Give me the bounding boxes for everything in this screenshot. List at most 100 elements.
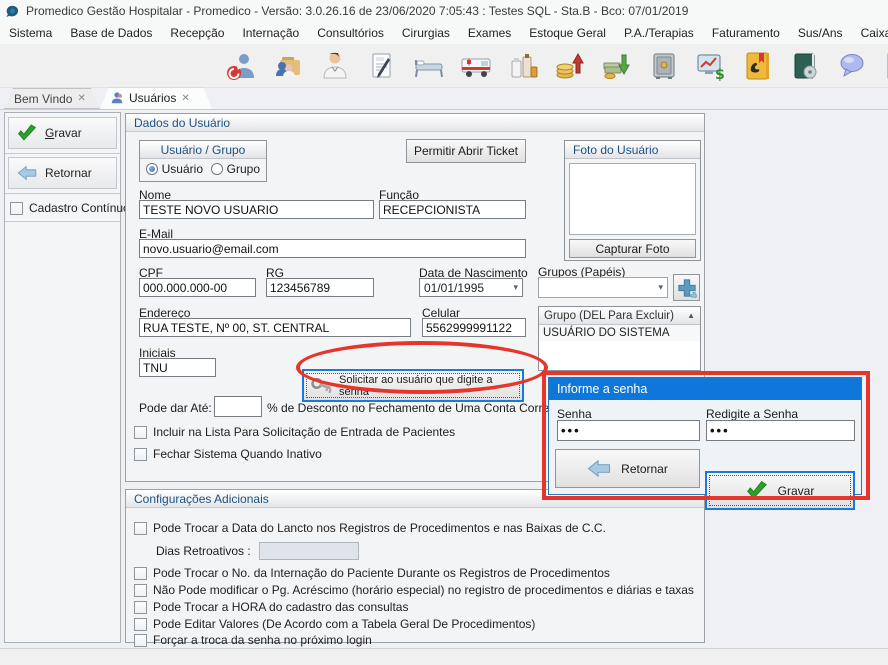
cadastro-continuo-checkbox[interactable] xyxy=(10,202,23,215)
dialog-gravar-label: Gravar xyxy=(778,484,815,498)
foto-preview-area xyxy=(569,163,696,235)
hospital-bed-icon[interactable] xyxy=(412,49,446,83)
tab-bem-vindo-label: Bem Vindo xyxy=(14,92,72,106)
tab-bem-vindo[interactable]: Bem Vindo ✕ xyxy=(4,88,100,109)
config-adicionais-panel: Configurações Adicionais Pode Trocar a D… xyxy=(125,489,705,643)
cpf-input[interactable] xyxy=(139,278,256,297)
capturar-foto-button[interactable]: Capturar Foto xyxy=(569,239,696,258)
endereco-input[interactable] xyxy=(139,318,411,337)
gravar-accel: G xyxy=(45,126,54,140)
ambulance-icon[interactable] xyxy=(459,49,493,83)
menu-estoque-geral[interactable]: Estoque Geral xyxy=(520,23,615,43)
redigite-senha-input[interactable] xyxy=(706,420,855,441)
desconto-input[interactable] xyxy=(214,396,262,417)
config-row: Pode Editar Valores (De Acordo com a Tab… xyxy=(134,617,535,631)
config-checkbox-1[interactable] xyxy=(134,567,147,580)
dialog-retornar-button[interactable]: Retornar xyxy=(555,449,700,488)
nascimento-combo[interactable]: 01/01/1995 ▾ xyxy=(419,278,523,297)
config-label-2: Não Pode modificar o Pg. Acréscimo (horá… xyxy=(153,583,694,597)
grupo-list-row[interactable]: USUÁRIO DO SISTEMA xyxy=(539,325,700,341)
menu-cirurgias[interactable]: Cirurgias xyxy=(393,23,459,43)
config-checkbox-0[interactable] xyxy=(134,522,147,535)
menu-faturamento[interactable]: Faturamento xyxy=(703,23,789,43)
gravar-label: ravar xyxy=(54,126,81,140)
grupo-list-header[interactable]: Grupo (DEL Para Excluir) ▲ xyxy=(539,307,700,325)
menu-recepcao[interactable]: Recepção xyxy=(161,23,233,43)
celular-input[interactable] xyxy=(422,318,526,337)
solicitar-senha-button[interactable]: Solicitar ao usuário que digite a senha xyxy=(302,369,524,402)
check-icon xyxy=(17,124,37,142)
dialog-gravar-button[interactable]: Gravar xyxy=(705,471,855,510)
funcao-input[interactable] xyxy=(379,200,526,219)
chat-icon[interactable] xyxy=(835,49,869,83)
cadastro-continuo-row: Cadastro Contínuo xyxy=(10,201,130,215)
menu-base-de-dados[interactable]: Base de Dados xyxy=(61,23,161,43)
gravar-button[interactable]: Gravar xyxy=(8,117,117,149)
config-checkbox-3[interactable] xyxy=(134,601,147,614)
incluir-lista-checkbox[interactable] xyxy=(134,426,147,439)
config-row: Forçar a troca da senha no próximo login xyxy=(134,633,372,647)
menu-internacao[interactable]: Internação xyxy=(233,23,308,43)
menu-pa-terapias[interactable]: P.A./Terapias xyxy=(615,23,703,43)
config-label-0: Pode Trocar a Data do Lancto nos Registr… xyxy=(153,521,606,535)
check-icon xyxy=(746,481,768,500)
patients-icon[interactable] xyxy=(271,49,305,83)
email-input[interactable] xyxy=(139,239,526,258)
nascimento-dropdown-icon: ▾ xyxy=(513,282,518,293)
book-icon[interactable] xyxy=(788,49,822,83)
password-dialog-titlebar: Informe a senha xyxy=(549,378,861,400)
radio-grupo[interactable] xyxy=(211,163,223,175)
dias-retroativos-row: Dias Retroativos : xyxy=(156,542,359,560)
money-down-icon[interactable] xyxy=(600,49,634,83)
svg-text:$: $ xyxy=(715,67,725,82)
dialog-retornar-label: Retornar xyxy=(621,462,668,476)
pharmacy-icon[interactable] xyxy=(506,49,540,83)
doctor-icon[interactable] xyxy=(318,49,352,83)
foto-usuario-header: Foto do Usuário xyxy=(565,141,700,159)
menu-sus-ans[interactable]: Sus/Ans xyxy=(789,23,852,43)
window-titlebar: Promedico Gestão Hospitalar - Promedico … xyxy=(0,0,888,22)
tab-usuarios-close-icon[interactable]: ✕ xyxy=(181,93,189,104)
fechar-sistema-checkbox[interactable] xyxy=(134,448,147,461)
foto-usuario-group: Foto do Usuário Capturar Foto xyxy=(564,140,701,261)
config-label-3: Pode Trocar a HORA do cadastro das consu… xyxy=(153,600,408,614)
senha-input[interactable] xyxy=(557,420,700,441)
config-checkbox-4[interactable] xyxy=(134,618,147,631)
add-grupo-button[interactable] xyxy=(673,274,700,301)
add-cross-icon xyxy=(677,278,697,298)
tab-usuarios[interactable]: Usuários ✕ xyxy=(100,87,212,109)
config-checkbox-2[interactable] xyxy=(134,584,147,597)
nascimento-value: 01/01/1995 xyxy=(424,281,484,295)
permitir-ticket-button[interactable]: Permitir Abrir Ticket xyxy=(406,139,526,163)
sort-asc-icon: ▲ xyxy=(687,311,695,320)
tab-bem-vindo-close-icon[interactable]: ✕ xyxy=(77,93,85,104)
menu-caixa[interactable]: Caixa xyxy=(852,23,888,43)
radio-grupo-label: Grupo xyxy=(227,162,260,176)
incluir-lista-label: Incluir na Lista Para Solicitação de Ent… xyxy=(153,425,455,439)
config-label-1: Pode Trocar o No. da Internação do Pacie… xyxy=(153,566,610,580)
menu-sistema[interactable]: Sistema xyxy=(0,23,61,43)
menu-consultorios[interactable]: Consultórios xyxy=(308,23,393,43)
iniciais-input[interactable] xyxy=(139,358,216,377)
menu-exames[interactable]: Exames xyxy=(459,23,520,43)
phonebook-icon[interactable] xyxy=(741,49,775,83)
config-row: Não Pode modificar o Pg. Acréscimo (horá… xyxy=(134,583,694,597)
prescription-icon[interactable] xyxy=(365,49,399,83)
grupo-list-header-label: Grupo (DEL Para Excluir) xyxy=(544,310,674,322)
nome-input[interactable] xyxy=(139,200,374,219)
money-up-icon[interactable] xyxy=(553,49,587,83)
safe-icon[interactable] xyxy=(647,49,681,83)
report-icon[interactable] xyxy=(882,49,888,83)
fechar-sistema-row: Fechar Sistema Quando Inativo xyxy=(134,447,322,461)
retornar-label: Retornar xyxy=(45,166,92,180)
sync-users-icon[interactable] xyxy=(224,49,258,83)
dados-usuario-title: Dados do Usuário xyxy=(134,116,230,130)
finance-chart-icon[interactable]: $ xyxy=(694,49,728,83)
key-icon xyxy=(310,376,334,396)
retornar-button[interactable]: Retornar xyxy=(8,157,117,189)
config-checkbox-5[interactable] xyxy=(134,634,147,647)
rg-input[interactable] xyxy=(266,278,374,297)
grupos-combo[interactable]: ▾ xyxy=(538,277,668,298)
radio-usuario[interactable] xyxy=(146,163,158,175)
dados-usuario-header: Dados do Usuário xyxy=(126,114,704,132)
